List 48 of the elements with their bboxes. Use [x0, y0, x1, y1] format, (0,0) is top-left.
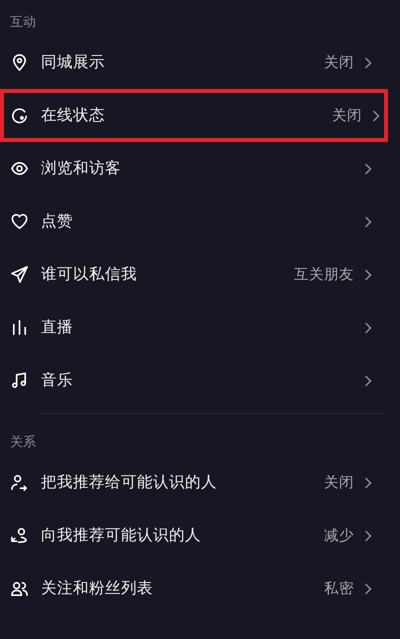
row-value: 减少 — [324, 527, 354, 545]
chevron-right-icon — [364, 216, 372, 228]
row-label: 把我推荐给可能认识的人 — [41, 472, 218, 493]
row-label: 谁可以私信我 — [41, 264, 138, 285]
row-label: 同城展示 — [41, 52, 106, 73]
section-heading: 互动 — [9, 14, 37, 32]
settings-row[interactable]: 直播 — [0, 301, 388, 354]
settings-row[interactable]: 点赞 — [0, 195, 388, 248]
chevron-right-icon — [364, 322, 372, 334]
chevron-right-icon — [364, 162, 372, 174]
row-label: 在线状态 — [41, 105, 106, 126]
chevron-right-icon — [364, 582, 372, 594]
eye-icon — [10, 159, 29, 178]
chevron-right-icon — [364, 476, 372, 488]
row-label: 关注和粉丝列表 — [41, 578, 154, 599]
row-label: 点赞 — [41, 211, 74, 232]
row-value: 互关朋友 — [294, 266, 354, 284]
heart-icon — [10, 212, 29, 231]
row-value: 私密 — [324, 580, 354, 598]
row-value: 关闭 — [332, 107, 362, 125]
row-label: 向我推荐可能认识的人 — [41, 525, 202, 546]
bars-icon — [10, 318, 29, 337]
settings-row[interactable]: 音乐 — [0, 354, 388, 407]
row-value: 关闭 — [324, 474, 354, 492]
row-label: 直播 — [41, 317, 74, 338]
settings-row[interactable]: 同城展示 关闭 — [0, 36, 388, 89]
row-label: 音乐 — [41, 370, 74, 391]
status-circle-icon — [10, 106, 29, 125]
row-label: 浏览和访客 — [41, 158, 122, 179]
section-heading: 关系 — [9, 434, 37, 452]
settings-row[interactable]: 浏览和访客 — [0, 142, 388, 195]
settings-row[interactable]: 谁可以私信我 互关朋友 — [0, 248, 388, 301]
music-note-icon — [10, 371, 29, 390]
chevron-right-icon — [364, 268, 372, 280]
settings-row[interactable]: 关注和粉丝列表 私密 — [0, 562, 388, 615]
settings-row[interactable]: 把我推荐给可能认识的人 关闭 — [0, 456, 388, 509]
settings-row[interactable]: 在线状态 关闭 — [0, 89, 388, 142]
chevron-right-icon — [364, 530, 372, 542]
settings-row[interactable]: 向我推荐可能认识的人 减少 — [0, 509, 388, 562]
row-value: 关闭 — [324, 54, 354, 72]
paper-plane-icon — [10, 265, 29, 284]
chevron-right-icon — [364, 374, 372, 386]
chevron-right-icon — [364, 56, 372, 68]
two-people-icon — [10, 579, 29, 598]
location-pin-icon — [10, 53, 29, 72]
person-arrow-icon — [10, 473, 29, 492]
chevron-right-icon — [372, 110, 380, 122]
person-arrow-icon — [10, 526, 29, 545]
